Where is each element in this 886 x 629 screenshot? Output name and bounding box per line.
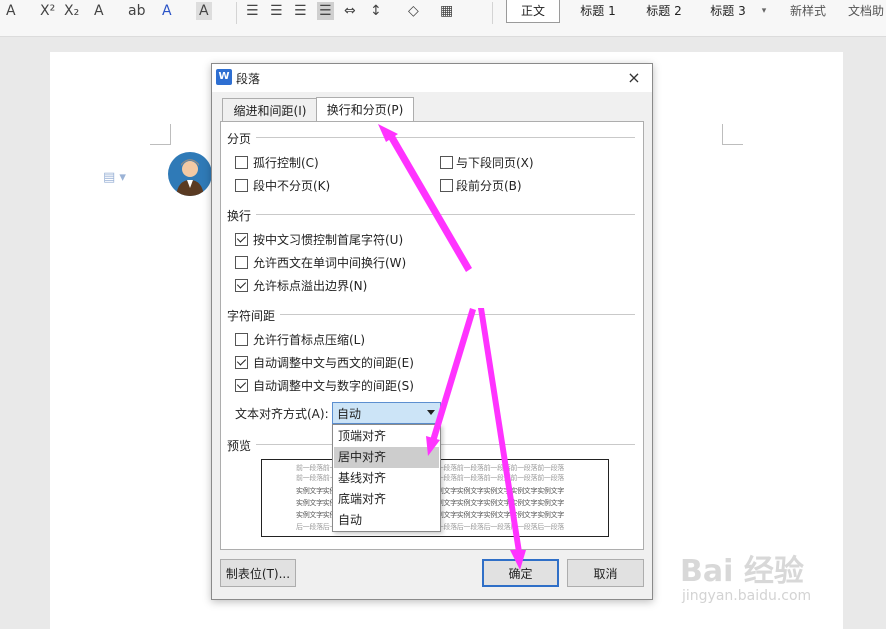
section-pagination: 分页 xyxy=(227,132,252,146)
checkbox-label: 段前分页(B) xyxy=(456,179,522,193)
text-effect-icon[interactable]: A xyxy=(94,2,104,20)
checkbox-label: 允许行首标点压缩(L) xyxy=(253,333,366,347)
section-preview: 预览 xyxy=(227,439,252,453)
wps-app-icon: W xyxy=(216,69,232,85)
tab-indent-spacing[interactable]: 缩进和间距(I) xyxy=(222,98,318,123)
close-icon[interactable]: × xyxy=(624,68,644,87)
align-center-icon[interactable]: ☰ xyxy=(270,2,283,20)
margin-corner-top-right xyxy=(722,124,743,145)
checkbox-compress-punctuation[interactable] xyxy=(235,333,248,346)
text-align-value: 自动 xyxy=(337,407,362,421)
new-style-button[interactable]: 新样式 xyxy=(778,0,838,22)
dropdown-option-top[interactable]: 顶端对齐 xyxy=(334,426,439,447)
ribbon-divider xyxy=(492,2,493,24)
checkbox-label: 与下段同页(X) xyxy=(456,156,534,170)
subscript-icon[interactable]: X₂ xyxy=(64,2,79,20)
dropdown-option-bottom[interactable]: 底端对齐 xyxy=(334,489,439,510)
section-divider xyxy=(280,314,635,315)
checkbox-label: 自动调整中文与西文的间距(E) xyxy=(253,356,414,370)
checkbox-keep-lines[interactable] xyxy=(235,179,248,192)
checkbox-cjk-line-rules[interactable] xyxy=(235,233,248,246)
border-icon[interactable]: ▦ xyxy=(440,2,453,20)
checkbox-hanging-punctuation[interactable] xyxy=(235,279,248,292)
superscript-icon[interactable]: X² xyxy=(40,2,55,20)
tab-stops-button[interactable]: 制表位(T)... xyxy=(220,559,296,587)
doc-icon[interactable]: ▤ ▾ xyxy=(103,170,126,185)
font-style-icon[interactable]: A xyxy=(6,2,16,20)
style-normal[interactable]: 正文 xyxy=(506,0,560,23)
checkbox-widow-control[interactable] xyxy=(235,156,248,169)
section-char-spacing: 字符间距 xyxy=(227,309,276,323)
justify-icon[interactable]: ☰ xyxy=(317,2,334,20)
align-right-icon[interactable]: ☰ xyxy=(294,2,307,20)
shading-icon[interactable]: ◇ xyxy=(408,2,419,20)
checkbox-label: 段中不分页(K) xyxy=(253,179,331,193)
doc-helper-button[interactable]: 文档助 xyxy=(846,0,886,22)
distribute-icon[interactable]: ⇔ xyxy=(344,2,356,20)
dropdown-option-center[interactable]: 居中对齐 xyxy=(334,447,439,468)
line-spacing-icon[interactable]: ↕ xyxy=(370,2,382,20)
style-more-icon[interactable]: ▾ xyxy=(758,0,770,22)
ribbon-divider xyxy=(236,2,237,24)
checkbox-page-break-before[interactable] xyxy=(440,179,453,192)
checkbox-label: 允许标点溢出边界(N) xyxy=(253,279,368,293)
section-divider xyxy=(256,444,635,445)
ok-button[interactable]: 确定 xyxy=(482,559,559,587)
checkbox-keep-with-next[interactable] xyxy=(440,156,453,169)
style-heading-1[interactable]: 标题 1 xyxy=(572,0,624,22)
avatar[interactable] xyxy=(168,152,212,196)
checkbox-auto-space-latin[interactable] xyxy=(235,356,248,369)
chevron-down-icon[interactable] xyxy=(427,410,435,415)
font-color-icon[interactable]: A xyxy=(162,2,172,20)
text-align-dropdown: 顶端对齐 居中对齐 基线对齐 底端对齐 自动 xyxy=(332,424,441,532)
checkbox-label: 孤行控制(C) xyxy=(253,156,319,170)
text-align-select[interactable]: 自动 xyxy=(332,402,441,424)
dropdown-option-auto[interactable]: 自动 xyxy=(334,510,439,531)
ribbon-toolbar: A X² X₂ A ab A A ☰ ☰ ☰ ☰ ⇔ ↕ ◇ ▦ 正文 标题 1… xyxy=(0,0,886,37)
checkbox-word-wrap[interactable] xyxy=(235,256,248,269)
margin-corner-top-left xyxy=(150,124,171,145)
checkbox-label: 自动调整中文与数字的间距(S) xyxy=(253,379,414,393)
cancel-button[interactable]: 取消 xyxy=(567,559,644,587)
section-divider xyxy=(256,137,635,138)
checkbox-label: 按中文习惯控制首尾字符(U) xyxy=(253,233,404,247)
baidu-watermark: Bai 经验 xyxy=(680,554,804,589)
baidu-watermark-url: jingyan.baidu.com xyxy=(682,588,812,604)
style-heading-2[interactable]: 标题 2 xyxy=(638,0,690,22)
checkbox-auto-space-number[interactable] xyxy=(235,379,248,392)
dialog-title: 段落 xyxy=(236,72,261,86)
section-divider xyxy=(256,214,635,215)
checkbox-label: 允许西文在单词中间换行(W) xyxy=(253,256,407,270)
highlight-icon[interactable]: ab xyxy=(128,2,145,20)
style-heading-3[interactable]: 标题 3 xyxy=(702,0,754,22)
dropdown-option-baseline[interactable]: 基线对齐 xyxy=(334,468,439,489)
dialog-titlebar[interactable]: W 段落 × xyxy=(212,64,652,92)
tab-line-page-break[interactable]: 换行和分页(P) xyxy=(316,97,414,124)
char-shading-icon[interactable]: A xyxy=(196,2,212,20)
section-line-break: 换行 xyxy=(227,209,252,223)
align-left-icon[interactable]: ☰ xyxy=(246,2,259,20)
text-align-label: 文本对齐方式(A): xyxy=(235,407,329,421)
